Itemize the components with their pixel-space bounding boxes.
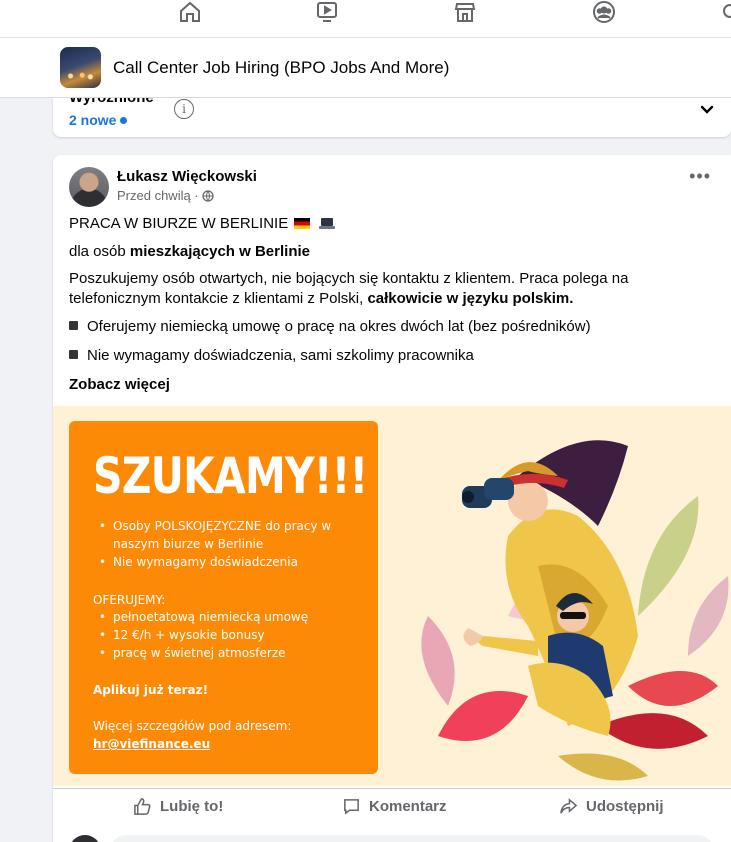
comment-input[interactable] [109, 835, 715, 842]
post-meta: Przed chwilą · [117, 188, 214, 203]
group-title[interactable]: Call Center Job Hiring (BPO Jobs And Mor… [113, 58, 449, 78]
post-paragraph: Poszukujemy osób otwartych, nie bojących… [69, 269, 639, 309]
see-more-link[interactable]: Zobacz więcej [69, 375, 170, 395]
group-cover-thumbnail[interactable] [60, 47, 101, 88]
featured-new-label: 2 nowe [69, 112, 117, 128]
chevron-down-icon[interactable] [699, 102, 715, 118]
list-item: • pracę w świetnej atmosferze [99, 646, 286, 660]
groups-icon[interactable] [589, 0, 619, 24]
like-label: Lubię to! [160, 798, 224, 815]
comment-composer [69, 835, 731, 842]
ad-headline: SZUKAMY!!! [93, 447, 368, 505]
ad-apply-text: Aplikuj już teraz! [93, 683, 209, 697]
germany-flag-icon [294, 218, 311, 229]
post-bullet-2-text: Nie wymagamy doświadczenia, sami szkolim… [87, 347, 474, 364]
current-user-avatar [69, 835, 101, 842]
post-bullet-2: Nie wymagamy doświadczenia, sami szkolim… [69, 346, 474, 366]
top-navigation [0, 0, 731, 38]
featured-label: Wyróżnione [69, 98, 154, 106]
featured-new-count: 2 nowe [69, 112, 128, 128]
comment-button[interactable]: Komentarz [342, 797, 447, 816]
post-line-2: dla osób mieszkających w Berlinie [69, 242, 310, 262]
post-image[interactable]: SZUKAMY!!! • Osoby POLSKOJĘZYCZNE do prac… [53, 406, 731, 786]
detective-illustration [421, 440, 729, 781]
ad-list-2-item-2: 12 €/h + wysokie bonusy [113, 628, 265, 642]
list-item: • Osoby POLSKOJĘZYCZNE do pracy w naszym … [99, 517, 361, 553]
comment-label: Komentarz [369, 798, 447, 815]
post-bullet-1-text: Oferujemy niemiecką umowę o pracę na okr… [87, 318, 591, 335]
share-icon [560, 798, 578, 814]
ad-list-1-item-2: Nie wymagamy doświadczenia [113, 555, 298, 569]
post-line-2-bold: mieszkających w Berlinie [129, 243, 310, 260]
ad-list-2-item-3: pracę w świetnej atmosferze [113, 646, 286, 660]
post-bullet-1: Oferujemy niemiecką umowę o pracę na okr… [69, 317, 591, 337]
post-line-2-prefix: dla osób [69, 243, 130, 260]
post-paragraph-bold: całkowicie w języku polskim. [367, 290, 574, 307]
author-name[interactable]: Łukasz Więckowski [117, 168, 257, 185]
home-icon[interactable] [175, 0, 205, 24]
ad-list-2: • pełnoetatową niemiecką umowę • 12 €/h + … [99, 608, 361, 662]
thumbs-up-icon [134, 798, 151, 815]
square-bullet-icon [69, 321, 78, 330]
more-options-icon[interactable]: ••• [689, 167, 711, 185]
search-icon[interactable] [716, 0, 731, 24]
ad-list-2-item-1: pełnoetatową niemiecką umowę [113, 610, 309, 624]
author-avatar[interactable] [69, 167, 109, 207]
watch-icon[interactable] [312, 0, 342, 24]
ad-offer-label: OFERUJEMY: [93, 593, 166, 607]
square-bullet-icon [69, 350, 78, 359]
ad-email: hr@viefinance.eu [93, 737, 211, 751]
post-time[interactable]: Przed chwilą · [117, 188, 199, 203]
share-label: Udostępnij [586, 798, 664, 815]
group-header: Call Center Job Hiring (BPO Jobs And Mor… [0, 38, 731, 98]
ad-details-text: Więcej szczegółów pod adresem: [93, 719, 292, 733]
job-ad-panel: SZUKAMY!!! • Osoby POLSKOJĘZYCZNE do prac… [69, 421, 378, 774]
share-button[interactable]: Udostępnij [559, 797, 664, 816]
post-line-1: PRACA W BIURZE W BERLINIE [69, 214, 335, 234]
ad-list-1: • Osoby POLSKOJĘZYCZNE do pracy w naszym … [99, 517, 361, 571]
like-button[interactable]: Lubię to! [133, 797, 223, 816]
list-item: • 12 €/h + wysokie bonusy [99, 628, 265, 642]
post-actions-bar: Lubię to! Komentarz Udostępnij [53, 788, 731, 832]
ad-list-1-item-1: Osoby POLSKOJĘZYCZNE do pracy w naszym b… [113, 519, 332, 551]
post-card: Łukasz Więckowski Przed chwilą · ••• PRA… [53, 155, 731, 842]
featured-section[interactable]: Wyróżnione 2 nowe i [53, 98, 731, 137]
new-dot-icon [120, 116, 128, 124]
marketplace-icon[interactable] [450, 0, 480, 24]
globe-icon [201, 189, 214, 202]
list-item: • pełnoetatową niemiecką umowę [99, 610, 309, 624]
list-item: • Nie wymagamy doświadczenia [99, 555, 298, 569]
laptop-icon [318, 218, 335, 229]
post-headline: PRACA W BIURZE W BERLINIE [69, 215, 289, 232]
info-icon[interactable]: i [174, 99, 194, 119]
comment-icon [344, 799, 359, 815]
